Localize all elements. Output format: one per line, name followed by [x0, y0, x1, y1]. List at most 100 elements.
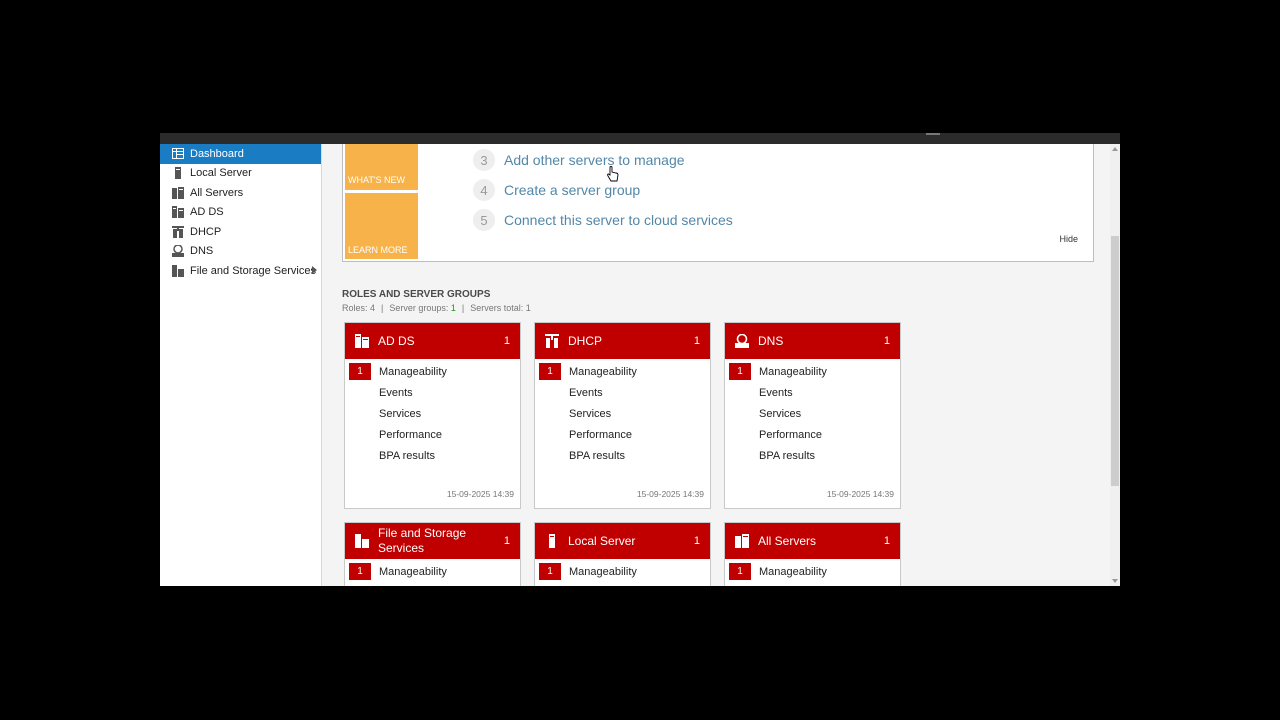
server-icon [172, 167, 184, 180]
server-groups-label: Server groups: [389, 303, 451, 313]
servers-icon [172, 186, 184, 199]
tile-row-bpa[interactable]: BPA results [345, 445, 520, 466]
row-label: Manageability [379, 565, 447, 578]
dashboard-icon [172, 148, 184, 160]
chevron-right-icon[interactable] [312, 266, 317, 274]
tile-row-events[interactable]: Events [725, 382, 900, 403]
sidebar-item-ad-ds[interactable]: AD DS [160, 203, 321, 223]
row-label: Services [569, 407, 612, 420]
tile-title: All Servers [758, 533, 817, 548]
tile-row-services[interactable]: Services [725, 403, 900, 424]
tile-dhcp[interactable]: DHCP 1 1 Manageability Events Services Pe… [534, 322, 711, 509]
tile-row-manageability[interactable]: 1 Manageability [535, 361, 710, 382]
welcome-panel: WHAT'S NEW LEARN MORE 3 Add other server… [342, 144, 1094, 262]
step-link[interactable]: Connect this server to cloud services [504, 212, 733, 228]
tile-count: 1 [883, 335, 890, 347]
tile-header[interactable]: DHCP 1 [535, 323, 710, 359]
sidebar-item-file-storage[interactable]: File and Storage Services [160, 261, 321, 281]
sidebar-item-dashboard[interactable]: Dashboard [160, 144, 321, 164]
row-label: Events [379, 386, 413, 399]
row-label: Manageability [569, 365, 637, 378]
title-bar-mark [926, 133, 940, 135]
row-label: Services [759, 407, 802, 420]
row-label: Manageability [759, 365, 827, 378]
tile-timestamp: 15-09-2025 14:39 [636, 489, 704, 499]
learn-more-tab[interactable]: LEARN MORE [345, 193, 418, 259]
tile-row-performance[interactable]: Performance [535, 424, 710, 445]
step-add-servers[interactable]: 3 Add other servers to manage [473, 149, 685, 171]
sidebar-item-dns[interactable]: DNS [160, 242, 321, 262]
sidebar-item-label: File and Storage Services [190, 264, 316, 277]
roles-summary: Roles: 4 | Server groups: 1 | Servers total:… [342, 303, 531, 313]
scrollbar-thumb[interactable] [1111, 236, 1119, 486]
storage-icon [172, 264, 184, 277]
hide-link[interactable]: Hide [1059, 234, 1078, 244]
tile-row-manageability[interactable]: 1 Manageability [345, 361, 520, 382]
row-label: BPA results [759, 449, 816, 462]
tile-header[interactable]: File and Storage Services 1 [345, 523, 520, 559]
dns-icon [172, 245, 184, 258]
sidebar-item-label: All Servers [190, 186, 244, 199]
tile-row-services[interactable]: Services [535, 403, 710, 424]
step-connect-cloud[interactable]: 5 Connect this server to cloud services [473, 209, 733, 231]
tile-local-server[interactable]: Local Server 1 1 Manageability [534, 522, 711, 586]
tile-title: AD DS [378, 333, 415, 348]
tile-row-bpa[interactable]: BPA results [725, 445, 900, 466]
tile-header[interactable]: AD DS 1 [345, 323, 520, 359]
tile-all-servers[interactable]: All Servers 1 1 Manageability [724, 522, 901, 586]
step-link[interactable]: Add other servers to manage [504, 152, 685, 168]
row-label: Performance [379, 428, 442, 441]
whats-new-label: WHAT'S NEW [348, 175, 406, 185]
server-manager-window: Dashboard Local Server All Servers AD DS… [160, 133, 1120, 586]
tile-dns[interactable]: DNS 1 1 Manageability Events Services Per… [724, 322, 901, 509]
tile-count: 1 [883, 535, 890, 547]
row-label: Manageability [379, 365, 447, 378]
tile-count: 1 [503, 335, 510, 347]
step-link[interactable]: Create a server group [504, 182, 640, 198]
tile-header[interactable]: All Servers 1 [725, 523, 900, 559]
row-label: Events [759, 386, 793, 399]
tile-count: 1 [503, 535, 510, 547]
alert-badge: 1 [349, 563, 371, 580]
adds-icon [172, 206, 184, 219]
alert-badge: 1 [539, 363, 561, 380]
sidebar-item-all-servers[interactable]: All Servers [160, 183, 321, 203]
sidebar-item-dhcp[interactable]: DHCP [160, 222, 321, 242]
vertical-scrollbar[interactable] [1110, 144, 1120, 586]
tile-header[interactable]: Local Server 1 [535, 523, 710, 559]
tile-row-events[interactable]: Events [345, 382, 520, 403]
scroll-down-icon[interactable] [1112, 579, 1118, 583]
alert-badge: 1 [729, 563, 751, 580]
server-icon [545, 534, 559, 548]
row-label: Manageability [569, 565, 637, 578]
row-label: BPA results [569, 449, 626, 462]
tile-row-manageability[interactable]: 1 Manageability [725, 561, 900, 582]
tile-count: 1 [693, 535, 700, 547]
alert-badge: 1 [349, 363, 371, 380]
storage-icon [355, 534, 369, 548]
tile-title: File and Storage Services [378, 526, 467, 555]
tile-row-manageability[interactable]: 1 Manageability [725, 361, 900, 382]
tile-row-performance[interactable]: Performance [345, 424, 520, 445]
tile-row-performance[interactable]: Performance [725, 424, 900, 445]
tile-file-storage[interactable]: File and Storage Services 1 1 Manageabili… [344, 522, 521, 586]
alert-badge: 1 [539, 563, 561, 580]
sidebar: Dashboard Local Server All Servers AD DS… [160, 144, 322, 586]
tile-timestamp: 15-09-2025 14:39 [826, 489, 894, 499]
dashboard-content: WHAT'S NEW LEARN MORE 3 Add other server… [322, 144, 1110, 586]
step-number: 3 [473, 149, 495, 171]
sidebar-item-local-server[interactable]: Local Server [160, 164, 321, 184]
tile-ad-ds[interactable]: AD DS 1 1 Manageability Events Services P… [344, 322, 521, 509]
dhcp-icon [545, 334, 559, 348]
step-number: 4 [473, 179, 495, 201]
tile-row-bpa[interactable]: BPA results [535, 445, 710, 466]
tile-row-manageability[interactable]: 1 Manageability [345, 561, 520, 582]
step-number: 5 [473, 209, 495, 231]
tile-header[interactable]: DNS 1 [725, 323, 900, 359]
tile-row-services[interactable]: Services [345, 403, 520, 424]
roles-count: Roles: 4 [342, 303, 376, 313]
tile-row-events[interactable]: Events [535, 382, 710, 403]
whats-new-tab[interactable]: WHAT'S NEW [345, 144, 418, 190]
scroll-up-icon[interactable] [1112, 147, 1118, 151]
tile-row-manageability[interactable]: 1 Manageability [535, 561, 710, 582]
